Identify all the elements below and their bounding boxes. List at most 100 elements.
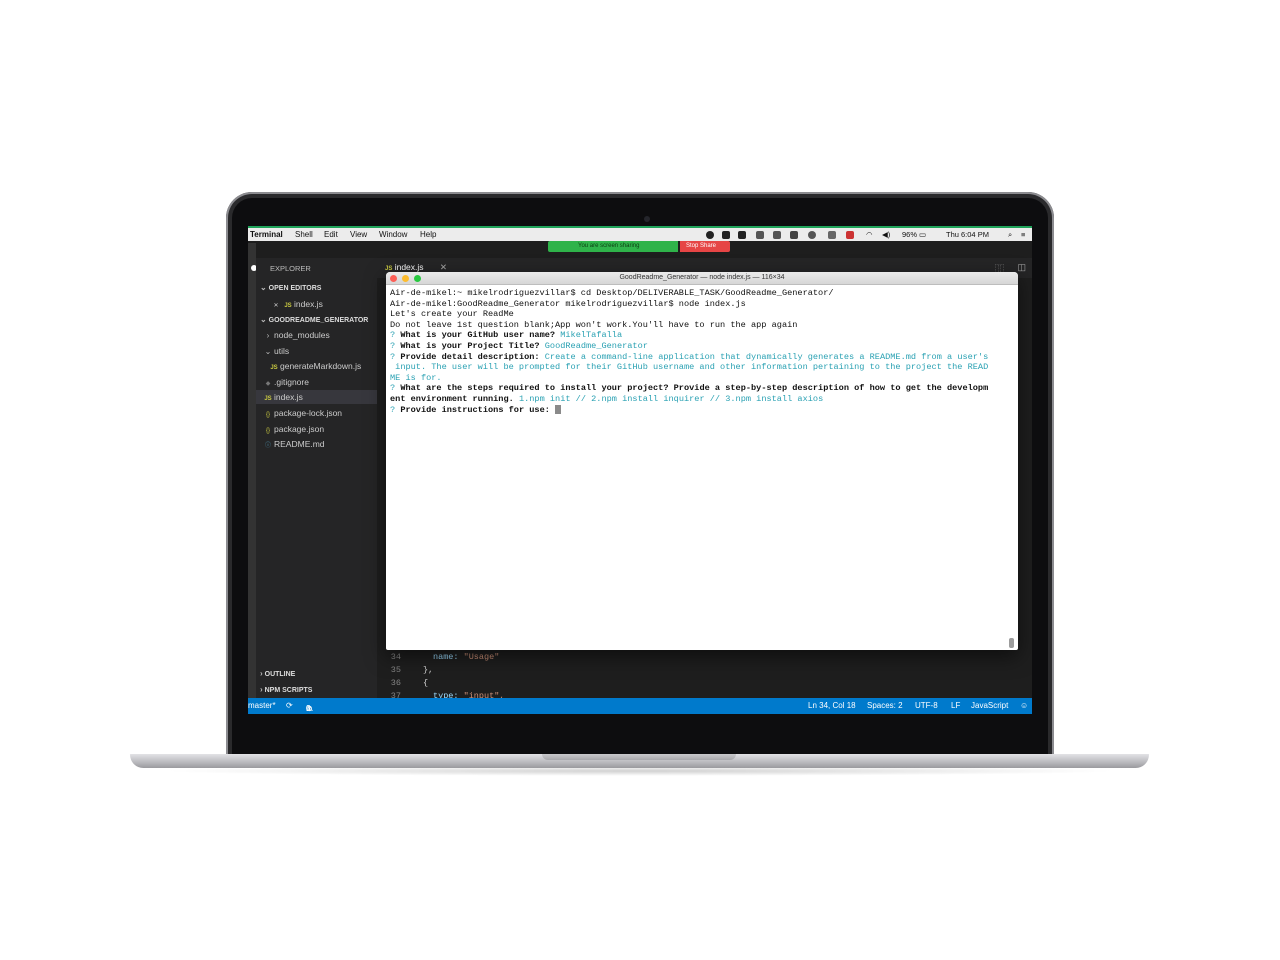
prompt-question: What are the steps required to install y… [400,383,989,394]
tree-item-readme[interactable]: ⓘ README.md [256,437,383,451]
app-status-icon[interactable] [738,231,746,239]
terminal-title-bar[interactable]: GoodReadme_Generator — node index.js — 1… [386,272,1018,285]
flag-icon[interactable] [846,231,854,239]
outline-label: OUTLINE [264,671,296,678]
chevron-right-icon: › [266,331,270,340]
terminal-window[interactable]: GoodReadme_Generator — node index.js — 1… [386,272,1018,650]
code-line: }, [423,665,434,675]
screen-share-status: You are screen sharing [548,241,678,252]
chevron-down-icon: ⌄ [260,283,267,292]
terminal-prompt-line: ? What is your Project Title? GoodReadme… [390,340,648,351]
prompt-question: What is your GitHub user name? [400,330,556,341]
menu-shell[interactable]: Shell [295,230,313,239]
line-number: 36 [390,678,401,688]
document-icon[interactable] [790,231,798,239]
menu-app-name[interactable]: Terminal [250,230,283,239]
code-line: { [423,678,429,688]
prompt-question: What is your Project Title? [400,340,540,351]
tree-item-node-modules[interactable]: › node_modules [256,328,383,342]
branch-indicator[interactable]: master* [248,701,276,710]
menu-bar: Terminal Shell Edit View Window Help ◠ ◀… [248,226,1032,241]
terminal-line: Let's create your ReadMe [390,309,514,320]
terminal-scrollbar[interactable] [1009,288,1014,648]
tree-item-label: package-lock.json [274,408,343,418]
volume-icon[interactable]: ◀) [882,230,890,239]
encoding[interactable]: UTF-8 [915,701,938,710]
line-ending[interactable]: LF [951,701,960,710]
chevron-down-icon: ⌄ [260,315,267,324]
dropbox-icon[interactable] [756,231,764,239]
search-icon[interactable]: ⌕ [1008,230,1012,240]
battery-icon[interactable]: ▭ [919,230,926,239]
code-key: name: [433,652,464,662]
screen-share-banner: You are screen sharing Stop Share [548,241,730,252]
open-editor-item[interactable]: ✕ JS index.js [256,297,391,311]
tree-item-label: package.json [274,424,325,434]
tree-item-package-lock[interactable]: {} package-lock.json [256,406,383,420]
chevron-right-icon: › [260,669,263,678]
laptop-base [130,754,1149,768]
terminal-prompt-line: ? Provide detail description: Create a c… [390,351,989,362]
close-icon[interactable]: ✕ [440,262,447,272]
tab-label: index.js [394,262,424,272]
tree-item-label: node_modules [274,330,330,340]
terminal-line: ME is for. [390,372,442,383]
menu-edit[interactable]: Edit [324,230,338,239]
prompt-answer: GoodReadme_Generator [544,340,648,351]
chevron-down-icon: ⌄ [264,347,272,356]
notification-icon[interactable]: ≡ [1021,230,1025,239]
scrollbar-thumb[interactable] [1009,638,1014,648]
tree-item-gitignore[interactable]: ◆ .gitignore [256,375,383,389]
git-file-icon: ◆ [265,381,271,387]
js-file-icon: JS [284,303,292,309]
js-file-icon: JS [270,365,278,371]
open-editors-label: OPEN EDITORS [268,285,322,292]
menu-window[interactable]: Window [379,230,407,239]
close-icon[interactable]: ✕ [270,299,282,313]
menu-help[interactable]: Help [420,230,436,239]
sync-icon[interactable]: ⟳ [286,701,293,710]
prompt-question: Provide instructions for use: [400,404,550,415]
battery-percent[interactable]: 96% [902,230,917,239]
tree-item-index-js[interactable]: JS index.js [256,390,383,404]
chevron-right-icon: › [260,685,263,694]
language-mode[interactable]: JavaScript [971,701,1008,710]
tree-item-package-json[interactable]: {} package.json [256,422,383,436]
info-icon: ⓘ [264,443,271,449]
tree-item-generatemarkdown[interactable]: JS generateMarkdown.js [256,359,389,373]
status-icon[interactable] [722,231,730,239]
feedback-icon[interactable]: ☺ [1020,701,1028,710]
wifi-icon[interactable]: ◠ [866,230,873,239]
record-icon[interactable] [706,231,714,239]
time-machine-icon[interactable] [808,231,816,239]
project-header[interactable]: ⌄ GOODREADME_GENERATOR [260,315,368,324]
project-label: GOODREADME_GENERATOR [268,317,369,324]
terminal-line: Air-de-mikel:GoodReadme_Generator mikelr… [390,298,746,309]
terminal-output[interactable]: Air-de-mikel:~ mikelrodriguezvillar$ cd … [390,288,1006,415]
js-file-icon: JS [264,396,272,402]
npm-scripts-header[interactable]: › NPM SCRIPTS [260,685,312,694]
screen-share-text: You are screen sharing [578,243,640,249]
tree-item-label: .gitignore [274,377,309,387]
stop-share-button[interactable]: Stop Share [680,241,730,252]
outline-header[interactable]: › OUTLINE [260,669,295,678]
warning-count: 0 [306,704,311,713]
sync-icon[interactable] [773,231,781,239]
cursor-position[interactable]: Ln 34, Col 18 [808,701,856,710]
code-string: "Usage" [463,652,500,662]
terminal-prompt-line: ? Provide instructions for use: [390,405,1006,416]
indentation[interactable]: Spaces: 2 [867,701,903,710]
camera-icon [644,216,650,222]
menu-view[interactable]: View [350,230,367,239]
line-number: 34 [390,652,401,662]
terminal-line: input. The user will be prompted for the… [390,362,989,373]
clock[interactable]: Thu 6:04 PM [946,230,989,239]
open-editors-header[interactable]: ⌄ OPEN EDITORS [260,283,321,292]
tree-item-utils[interactable]: ⌄ utils [256,344,383,358]
prompt-answer: MikelTafalla [560,330,623,341]
layout-icon[interactable]: ◫ [1017,262,1026,273]
terminal-line: Do not leave 1st question blank;App won'… [390,319,798,330]
bluetooth-icon[interactable] [828,231,836,239]
terminal-title: GoodReadme_Generator — node index.js — 1… [619,274,785,281]
text-cursor [555,404,562,414]
